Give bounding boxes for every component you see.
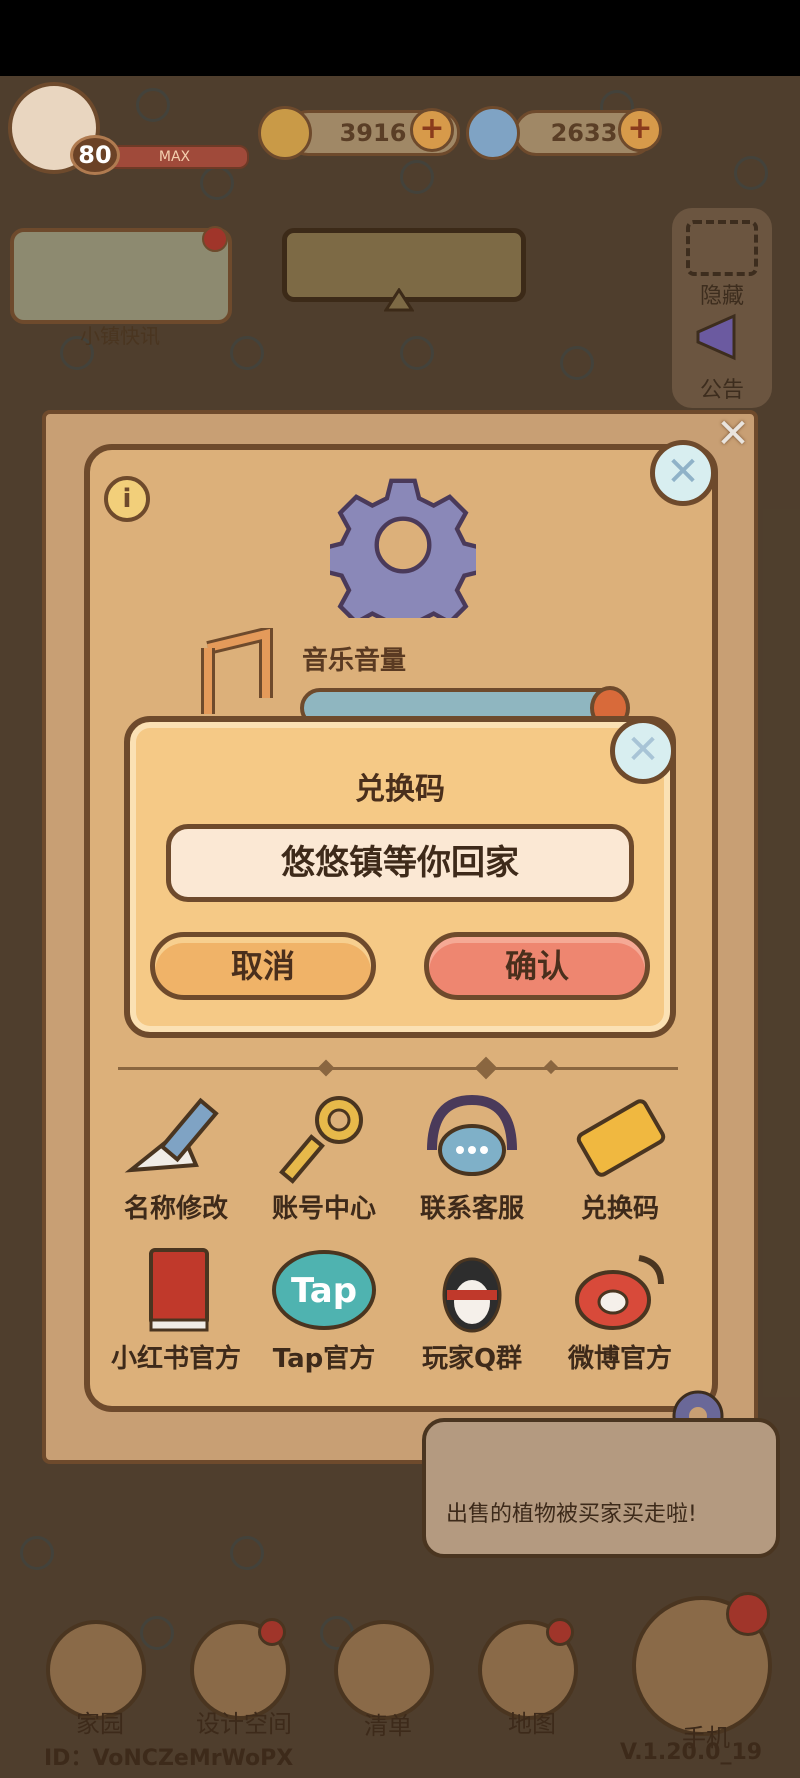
- redeem-code-input[interactable]: 悠悠镇等你回家: [166, 824, 634, 902]
- rename-button[interactable]: 名称修改: [106, 1090, 246, 1225]
- player-qq-group-button[interactable]: 玩家Q群: [402, 1240, 542, 1375]
- svg-text:Tap: Tap: [291, 1271, 357, 1311]
- player-id: ID：VoNCZeMrWoPX: [44, 1746, 294, 1771]
- settings-close-button[interactable]: ✕: [650, 440, 716, 506]
- nav-list-label: 清单: [364, 1712, 412, 1740]
- info-button[interactable]: i: [104, 476, 150, 522]
- nav-phone-badge: [726, 1592, 770, 1636]
- music-volume-label: 音乐音量: [302, 646, 407, 676]
- news-notification-dot: [202, 226, 228, 252]
- nav-design-badge: [258, 1618, 286, 1646]
- level-badge: 80: [70, 135, 120, 175]
- nav-design-label: 设计空间: [196, 1710, 292, 1738]
- nav-map-label: 地图: [508, 1710, 556, 1738]
- cancel-button[interactable]: 取消: [150, 932, 376, 1000]
- nav-map-badge: [546, 1618, 574, 1646]
- ticket-icon: [576, 1099, 666, 1177]
- tap-official-button[interactable]: Tap Tap官方: [254, 1240, 394, 1375]
- level-bar-label: MAX: [158, 149, 191, 165]
- version-label: V.1.20.0_19: [620, 1740, 763, 1765]
- town-news-thumbnail[interactable]: [10, 228, 232, 324]
- customer-service-button[interactable]: 联系客服: [402, 1090, 542, 1225]
- weibo-icon: [575, 1255, 664, 1330]
- section-divider: [118, 1067, 678, 1070]
- xiaohongshu-official-button[interactable]: 小红书官方: [106, 1240, 246, 1375]
- megaphone-icon[interactable]: [694, 312, 750, 362]
- notification-text: 出售的植物被买家买走啦!: [446, 1502, 697, 1527]
- headset-icon: [427, 1094, 517, 1176]
- banner-pointer-icon: [384, 288, 414, 312]
- confirm-button[interactable]: 确认: [424, 932, 650, 1000]
- add-gems-button[interactable]: +: [618, 108, 662, 152]
- hide-label: 隐藏: [699, 284, 744, 309]
- town-news-label: 小镇快讯: [80, 324, 160, 348]
- coin-icon: [258, 106, 312, 160]
- settings-gear-icon: [330, 478, 476, 618]
- hide-ui-icon[interactable]: [686, 220, 758, 276]
- nav-list-button[interactable]: [334, 1620, 434, 1720]
- dialog-close-button[interactable]: ✕: [610, 718, 676, 784]
- add-coins-button[interactable]: +: [410, 108, 454, 152]
- weibo-official-button[interactable]: 微博官方: [550, 1240, 690, 1375]
- dialog-title: 兑换码: [355, 772, 445, 807]
- gem-swirl-icon: [466, 106, 520, 160]
- notice-label: 公告: [699, 378, 744, 403]
- qq-penguin-icon: [442, 1257, 502, 1333]
- pencil-icon: [124, 1097, 219, 1173]
- xiaohongshu-book-icon: [149, 1248, 209, 1332]
- key-icon: [279, 1096, 363, 1184]
- tap-logo-icon: Tap: [272, 1250, 376, 1330]
- nav-home-label: 家园: [76, 1710, 124, 1738]
- account-center-button[interactable]: 账号中心: [254, 1090, 394, 1225]
- redeem-code-button[interactable]: 兑换码: [550, 1090, 690, 1225]
- notification-bubble: [422, 1418, 780, 1558]
- background-close-icon[interactable]: ✕: [712, 414, 754, 456]
- status-bar: [0, 0, 800, 76]
- level-progress-bar: MAX: [100, 145, 249, 169]
